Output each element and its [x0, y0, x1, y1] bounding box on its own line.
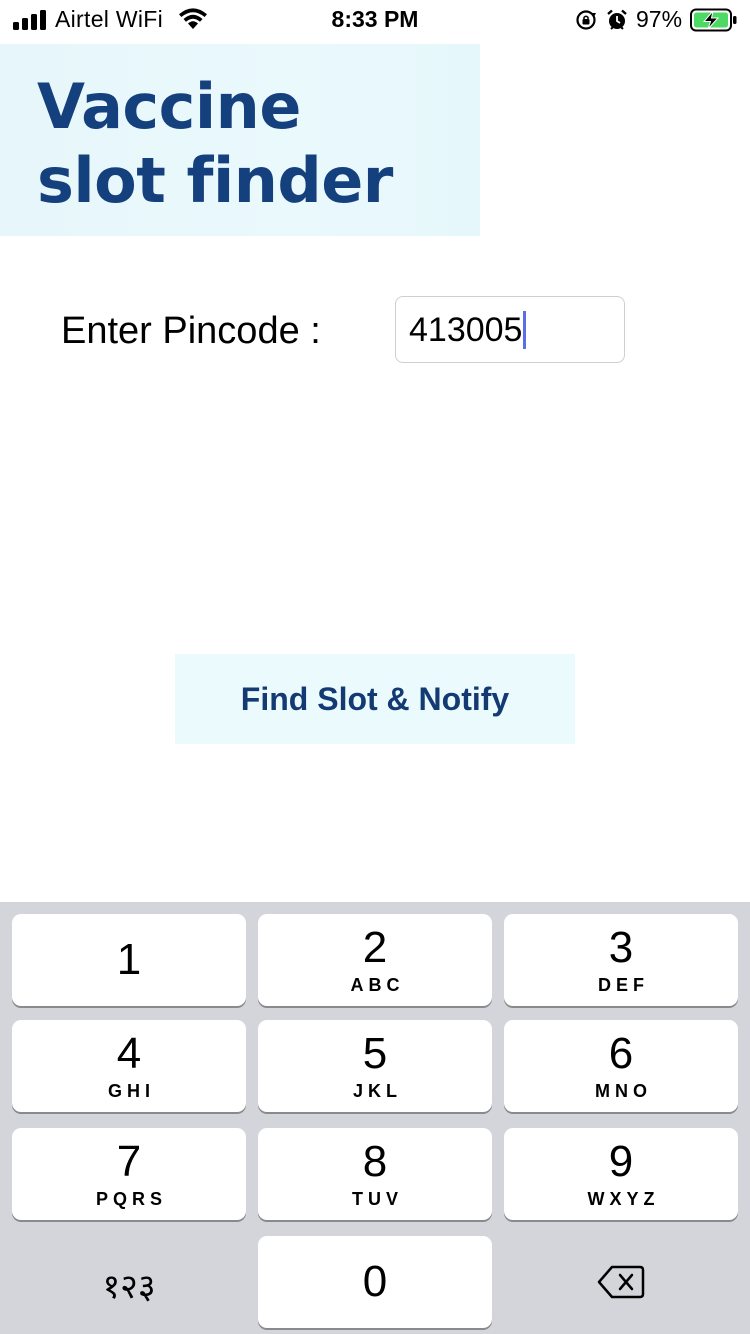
- pincode-label: Enter Pincode :: [61, 310, 321, 352]
- key-9[interactable]: 9 WXYZ: [504, 1128, 738, 1220]
- battery-percent: 97%: [636, 6, 683, 32]
- key-1[interactable]: 1: [12, 914, 246, 1006]
- key-4[interactable]: 4 GHI: [12, 1020, 246, 1112]
- key-7[interactable]: 7 PQRS: [12, 1128, 246, 1220]
- key-8-letters: TUV: [352, 1189, 403, 1209]
- key-6-number: 6: [608, 1029, 634, 1078]
- key-5-number: 5: [362, 1029, 388, 1078]
- status-bar: Airtel WiFi 8:33 PM 97%: [0, 0, 750, 40]
- key-8-number: 8: [362, 1137, 388, 1186]
- key-0[interactable]: 0: [258, 1236, 492, 1328]
- app-banner: Vaccine slot finder: [0, 44, 480, 236]
- battery-charging-icon: [690, 8, 738, 37]
- key-2[interactable]: 2 ABC: [258, 914, 492, 1006]
- find-slot-notify-button[interactable]: Find Slot & Notify: [175, 654, 575, 744]
- key-2-letters: ABC: [350, 975, 405, 995]
- key-7-number: 7: [116, 1137, 142, 1186]
- pincode-value: 413005: [409, 311, 523, 349]
- key-5-letters: JKL: [352, 1081, 402, 1101]
- key-3-letters: DEF: [598, 975, 649, 995]
- delete-key[interactable]: [504, 1236, 738, 1328]
- key-7-letters: PQRS: [95, 1189, 167, 1209]
- app-title: Vaccine slot finder: [37, 70, 393, 218]
- key-2-number: 2: [362, 923, 388, 972]
- alarm-icon: [605, 8, 629, 37]
- backspace-icon: [504, 1236, 738, 1328]
- app-title-line1: Vaccine: [37, 70, 301, 143]
- text-caret: [523, 311, 527, 349]
- app-title-line2: slot finder: [37, 144, 393, 217]
- rotation-lock-icon: [575, 9, 597, 36]
- numeric-keypad: 1 2 ABC 3 DEF 4 GHI 5 JKL 6 MNO 7 PQRS 8…: [0, 902, 750, 1334]
- key-4-letters: GHI: [107, 1081, 155, 1101]
- numeral-switch-key[interactable]: १२३: [12, 1236, 246, 1328]
- pincode-input[interactable]: 413005: [395, 296, 625, 363]
- key-9-letters: WXYZ: [587, 1189, 660, 1209]
- key-9-number: 9: [608, 1137, 634, 1186]
- key-5[interactable]: 5 JKL: [258, 1020, 492, 1112]
- key-0-number: 0: [362, 1257, 388, 1306]
- key-8[interactable]: 8 TUV: [258, 1128, 492, 1220]
- numeral-switch-label: १२३: [102, 1268, 156, 1306]
- key-3[interactable]: 3 DEF: [504, 914, 738, 1006]
- key-6-letters: MNO: [595, 1081, 652, 1101]
- key-1-number: 1: [116, 935, 142, 984]
- key-6[interactable]: 6 MNO: [504, 1020, 738, 1112]
- key-3-number: 3: [608, 923, 634, 972]
- key-4-number: 4: [116, 1029, 142, 1078]
